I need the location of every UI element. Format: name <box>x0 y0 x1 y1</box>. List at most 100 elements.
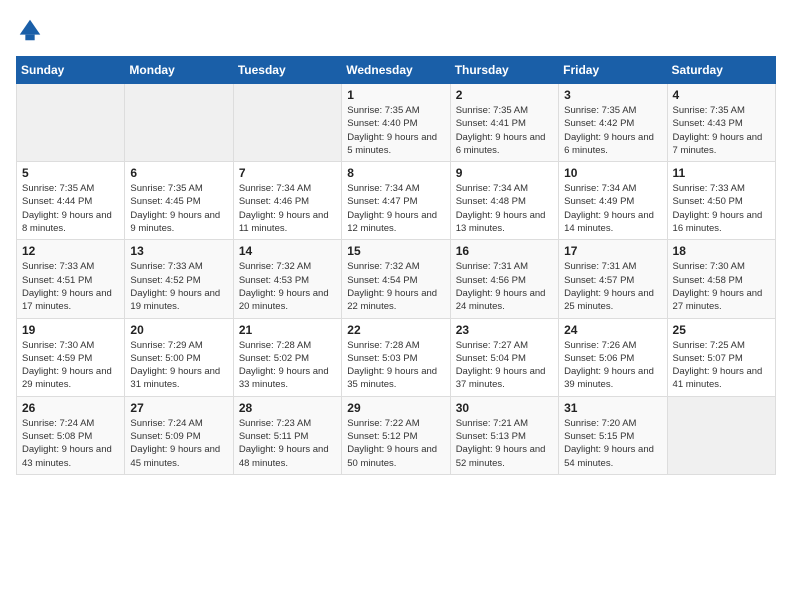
weekday-row: SundayMondayTuesdayWednesdayThursdayFrid… <box>17 57 776 84</box>
calendar-cell: 12 Sunrise: 7:33 AMSunset: 4:51 PMDayligh… <box>17 240 125 318</box>
weekday-header-tuesday: Tuesday <box>233 57 341 84</box>
calendar-cell: 22 Sunrise: 7:28 AMSunset: 5:03 PMDayligh… <box>342 318 450 396</box>
day-number: 24 <box>564 323 661 337</box>
day-info: Sunrise: 7:35 AMSunset: 4:40 PMDaylight:… <box>347 104 444 157</box>
calendar-cell: 19Sunrise: 7:30 AMSunset: 4:59 PMDayligh… <box>17 318 125 396</box>
day-info: Sunrise: 7:31 AMSunset: 4:56 PMDaylight:… <box>456 260 553 313</box>
day-info: Sunrise: 7:26 AMSunset: 5:06 PMDaylight:… <box>564 339 661 392</box>
day-info: Sunrise: 7:33 AMSunset: 4:52 PMDaylight:… <box>130 260 227 313</box>
day-number: 1 <box>347 88 444 102</box>
calendar-cell <box>17 84 125 162</box>
day-number: 28 <box>239 401 336 415</box>
calendar-cell: 29Sunrise: 7:22 AMSunset: 5:12 PMDayligh… <box>342 396 450 474</box>
day-number: 9 <box>456 166 553 180</box>
calendar-cell: 28 Sunrise: 7:23 AMSunset: 5:11 PMDayligh… <box>233 396 341 474</box>
calendar-cell: 1 Sunrise: 7:35 AMSunset: 4:40 PMDaylight… <box>342 84 450 162</box>
day-number: 12 <box>22 244 119 258</box>
day-info: Sunrise: 7:28 AMSunset: 5:02 PMDaylight:… <box>239 339 336 392</box>
day-info: Sunrise: 7:21 AMSunset: 5:13 PMDaylight:… <box>456 417 553 470</box>
day-number: 6 <box>130 166 227 180</box>
calendar-cell: 11Sunrise: 7:33 AMSunset: 4:50 PMDayligh… <box>667 162 775 240</box>
calendar-cell: 3 Sunrise: 7:35 AMSunset: 4:42 PMDaylight… <box>559 84 667 162</box>
calendar-body: 1 Sunrise: 7:35 AMSunset: 4:40 PMDaylight… <box>17 84 776 475</box>
day-number: 20 <box>130 323 227 337</box>
logo-icon <box>16 16 44 44</box>
calendar-cell: 18 Sunrise: 7:30 AMSunset: 4:58 PMDayligh… <box>667 240 775 318</box>
day-number: 3 <box>564 88 661 102</box>
day-info: Sunrise: 7:31 AMSunset: 4:57 PMDaylight:… <box>564 260 661 313</box>
day-number: 26 <box>22 401 119 415</box>
weekday-header-wednesday: Wednesday <box>342 57 450 84</box>
day-info: Sunrise: 7:34 AMSunset: 4:46 PMDaylight:… <box>239 182 336 235</box>
day-info: Sunrise: 7:34 AMSunset: 4:49 PMDaylight:… <box>564 182 661 235</box>
day-info: Sunrise: 7:23 AMSunset: 5:11 PMDaylight:… <box>239 417 336 470</box>
day-number: 16 <box>456 244 553 258</box>
calendar-table: SundayMondayTuesdayWednesdayThursdayFrid… <box>16 56 776 475</box>
day-info: Sunrise: 7:25 AMSunset: 5:07 PMDaylight:… <box>673 339 770 392</box>
calendar-cell: 20Sunrise: 7:29 AMSunset: 5:00 PMDayligh… <box>125 318 233 396</box>
calendar-cell: 7 Sunrise: 7:34 AMSunset: 4:46 PMDaylight… <box>233 162 341 240</box>
day-number: 13 <box>130 244 227 258</box>
calendar-week-3: 12 Sunrise: 7:33 AMSunset: 4:51 PMDayligh… <box>17 240 776 318</box>
calendar-cell <box>125 84 233 162</box>
calendar-cell: 30 Sunrise: 7:21 AMSunset: 5:13 PMDayligh… <box>450 396 558 474</box>
calendar-cell: 10 Sunrise: 7:34 AMSunset: 4:49 PMDayligh… <box>559 162 667 240</box>
day-info: Sunrise: 7:24 AMSunset: 5:08 PMDaylight:… <box>22 417 119 470</box>
calendar-cell: 6 Sunrise: 7:35 AMSunset: 4:45 PMDaylight… <box>125 162 233 240</box>
calendar-cell: 17 Sunrise: 7:31 AMSunset: 4:57 PMDayligh… <box>559 240 667 318</box>
day-info: Sunrise: 7:32 AMSunset: 4:54 PMDaylight:… <box>347 260 444 313</box>
day-number: 17 <box>564 244 661 258</box>
weekday-header-friday: Friday <box>559 57 667 84</box>
day-number: 10 <box>564 166 661 180</box>
day-number: 7 <box>239 166 336 180</box>
day-info: Sunrise: 7:30 AMSunset: 4:59 PMDaylight:… <box>22 339 119 392</box>
day-info: Sunrise: 7:34 AMSunset: 4:47 PMDaylight:… <box>347 182 444 235</box>
calendar-cell: 8 Sunrise: 7:34 AMSunset: 4:47 PMDaylight… <box>342 162 450 240</box>
day-number: 14 <box>239 244 336 258</box>
day-info: Sunrise: 7:35 AMSunset: 4:43 PMDaylight:… <box>673 104 770 157</box>
day-info: Sunrise: 7:32 AMSunset: 4:53 PMDaylight:… <box>239 260 336 313</box>
day-number: 23 <box>456 323 553 337</box>
calendar-cell: 25 Sunrise: 7:25 AMSunset: 5:07 PMDayligh… <box>667 318 775 396</box>
weekday-header-thursday: Thursday <box>450 57 558 84</box>
calendar-cell: 13 Sunrise: 7:33 AMSunset: 4:52 PMDayligh… <box>125 240 233 318</box>
day-number: 18 <box>673 244 770 258</box>
day-number: 15 <box>347 244 444 258</box>
day-number: 8 <box>347 166 444 180</box>
weekday-header-saturday: Saturday <box>667 57 775 84</box>
calendar-week-2: 5Sunrise: 7:35 AMSunset: 4:44 PMDaylight… <box>17 162 776 240</box>
calendar-week-4: 19Sunrise: 7:30 AMSunset: 4:59 PMDayligh… <box>17 318 776 396</box>
day-info: Sunrise: 7:30 AMSunset: 4:58 PMDaylight:… <box>673 260 770 313</box>
day-info: Sunrise: 7:35 AMSunset: 4:45 PMDaylight:… <box>130 182 227 235</box>
day-number: 22 <box>347 323 444 337</box>
calendar-cell: 2 Sunrise: 7:35 AMSunset: 4:41 PMDaylight… <box>450 84 558 162</box>
calendar-cell: 14 Sunrise: 7:32 AMSunset: 4:53 PMDayligh… <box>233 240 341 318</box>
calendar-cell <box>233 84 341 162</box>
day-info: Sunrise: 7:35 AMSunset: 4:42 PMDaylight:… <box>564 104 661 157</box>
calendar-cell <box>667 396 775 474</box>
day-info: Sunrise: 7:24 AMSunset: 5:09 PMDaylight:… <box>130 417 227 470</box>
day-number: 25 <box>673 323 770 337</box>
day-info: Sunrise: 7:33 AMSunset: 4:51 PMDaylight:… <box>22 260 119 313</box>
day-info: Sunrise: 7:20 AMSunset: 5:15 PMDaylight:… <box>564 417 661 470</box>
calendar-cell: 21Sunrise: 7:28 AMSunset: 5:02 PMDayligh… <box>233 318 341 396</box>
day-number: 2 <box>456 88 553 102</box>
calendar-cell: 5Sunrise: 7:35 AMSunset: 4:44 PMDaylight… <box>17 162 125 240</box>
day-number: 11 <box>673 166 770 180</box>
day-number: 30 <box>456 401 553 415</box>
day-info: Sunrise: 7:34 AMSunset: 4:48 PMDaylight:… <box>456 182 553 235</box>
calendar-week-1: 1 Sunrise: 7:35 AMSunset: 4:40 PMDaylight… <box>17 84 776 162</box>
day-info: Sunrise: 7:35 AMSunset: 4:44 PMDaylight:… <box>22 182 119 235</box>
calendar-cell: 24 Sunrise: 7:26 AMSunset: 5:06 PMDayligh… <box>559 318 667 396</box>
day-number: 27 <box>130 401 227 415</box>
day-number: 31 <box>564 401 661 415</box>
day-number: 29 <box>347 401 444 415</box>
calendar-cell: 4Sunrise: 7:35 AMSunset: 4:43 PMDaylight… <box>667 84 775 162</box>
day-info: Sunrise: 7:28 AMSunset: 5:03 PMDaylight:… <box>347 339 444 392</box>
calendar-week-5: 26 Sunrise: 7:24 AMSunset: 5:08 PMDayligh… <box>17 396 776 474</box>
weekday-header-sunday: Sunday <box>17 57 125 84</box>
calendar-cell: 15 Sunrise: 7:32 AMSunset: 4:54 PMDayligh… <box>342 240 450 318</box>
day-info: Sunrise: 7:35 AMSunset: 4:41 PMDaylight:… <box>456 104 553 157</box>
calendar-cell: 27 Sunrise: 7:24 AMSunset: 5:09 PMDayligh… <box>125 396 233 474</box>
calendar-cell: 31 Sunrise: 7:20 AMSunset: 5:15 PMDayligh… <box>559 396 667 474</box>
